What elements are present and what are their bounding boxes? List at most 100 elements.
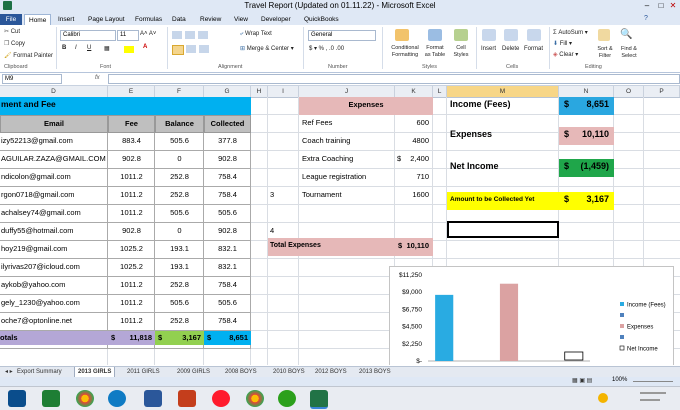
sheet-tab[interactable]: 2012 BOYS (312, 367, 350, 377)
find-icon[interactable]: 🔍 (620, 29, 632, 40)
chrome-icon[interactable] (76, 390, 94, 407)
font-name-select[interactable]: Calibri (60, 30, 116, 41)
align-bottom-icon[interactable] (198, 31, 208, 39)
fx-icon[interactable]: fx (95, 75, 100, 81)
powerpoint-icon[interactable] (178, 390, 196, 407)
worksheet-grid[interactable]: ment and Fee Email Fee Balance Collected… (0, 97, 680, 365)
conditional-formatting-button[interactable]: Conditional Formatting (385, 45, 425, 59)
sheet-tab[interactable]: 2011 GIRLS (124, 367, 163, 377)
balance-cell[interactable]: 252.8 (155, 313, 204, 331)
fee-cell[interactable]: 902.8 (108, 223, 155, 241)
edge-icon[interactable] (108, 390, 126, 407)
help-icon[interactable]: ? (644, 15, 648, 22)
view-icons[interactable]: ▦ ▣ ▤ (572, 377, 592, 384)
email-cell[interactable]: achalsey74@gmail.com (0, 205, 108, 223)
borders-icon[interactable]: ▦ (104, 45, 110, 52)
collected-cell[interactable]: 902.8 (204, 151, 251, 169)
email-cell[interactable]: ilyrivas207@icloud.com (0, 259, 108, 277)
start-icon[interactable] (8, 390, 26, 407)
collected-cell[interactable]: 505.6 (204, 205, 251, 223)
balance-cell[interactable]: 0 (155, 151, 204, 169)
grow-font-icon[interactable]: A˄ A˅ (140, 31, 156, 37)
cell-styles-button[interactable]: Cell Styles (450, 45, 472, 59)
collected-cell[interactable]: 758.4 (204, 313, 251, 331)
sheet-tab[interactable]: Export Summary (14, 367, 65, 377)
column-header-n[interactable]: N (559, 86, 614, 97)
income-expense-chart[interactable]: $- $2,250 $4,500 $6,750 $9,000 $11,250 Income … (389, 266, 674, 365)
tab-data[interactable]: Data (168, 14, 190, 25)
email-cell[interactable]: duffy55@hotmail.com (0, 223, 108, 241)
date-icon[interactable] (640, 399, 660, 401)
expense-label[interactable]: Extra Coaching (299, 151, 395, 169)
insert-cells-icon[interactable] (482, 29, 496, 41)
sheet-tab[interactable]: 2013 BOYS (356, 367, 394, 377)
fee-cell[interactable]: 1011.2 (108, 205, 155, 223)
column-header-h[interactable]: H (251, 86, 268, 97)
column-header-j[interactable]: J (299, 86, 395, 97)
number-format-icons[interactable]: $ ▾ % , .0 .00 (309, 45, 344, 52)
tab-page-layout[interactable]: Page Layout (84, 14, 129, 25)
zoom-level[interactable]: 100% (612, 377, 627, 383)
format-as-table-button[interactable]: Format as Table (424, 45, 446, 59)
wrap-text-button[interactable]: ⤶ Wrap Text (240, 31, 272, 38)
weather-icon[interactable] (598, 393, 608, 403)
expense-value[interactable]: 1600 (395, 187, 433, 205)
collected-cell[interactable]: 758.4 (204, 277, 251, 295)
tab-home[interactable]: Home (24, 14, 52, 25)
font-color-icon[interactable]: A (143, 44, 147, 50)
spreadsheet-app-icon[interactable] (42, 390, 60, 407)
column-header-m[interactable]: M (447, 86, 559, 97)
selected-cell[interactable] (447, 221, 559, 238)
tab-file[interactable]: File (0, 14, 22, 25)
sort-filter-icon[interactable] (598, 29, 610, 41)
balance-cell[interactable]: 252.8 (155, 187, 204, 205)
column-header-p[interactable]: P (644, 86, 680, 97)
formula-input[interactable] (108, 74, 680, 84)
conditional-formatting-icon[interactable] (395, 29, 409, 41)
column-header-o[interactable]: O (614, 86, 644, 97)
collected-cell[interactable]: 902.8 (204, 223, 251, 241)
tab-quickbooks[interactable]: QuickBooks (300, 14, 343, 25)
sort-filter-button[interactable]: Sort & Filter (593, 46, 617, 60)
fee-cell[interactable]: 1011.2 (108, 187, 155, 205)
email-cell[interactable]: rgon0718@gmail.com (0, 187, 108, 205)
expense-value[interactable]: 710 (395, 169, 433, 187)
column-header-d[interactable]: D (0, 86, 108, 97)
collected-cell[interactable]: 758.4 (204, 169, 251, 187)
column-header-i[interactable]: I (268, 86, 299, 97)
fee-cell[interactable]: 1025.2 (108, 259, 155, 277)
balance-cell[interactable]: 505.6 (155, 133, 204, 151)
column-header-l[interactable]: L (433, 86, 447, 97)
bold-button[interactable]: B (62, 45, 66, 51)
tab-developer[interactable]: Developer (257, 14, 295, 25)
fee-cell[interactable]: 883.4 (108, 133, 155, 151)
tab-review[interactable]: Review (196, 14, 225, 25)
fee-cell[interactable]: 1011.2 (108, 313, 155, 331)
sheet-tab[interactable]: 2010 BOYS (270, 367, 308, 377)
column-header-k[interactable]: K (395, 86, 433, 97)
copy-button[interactable]: ❐ Copy (4, 40, 25, 47)
fill-color-icon[interactable] (124, 46, 134, 53)
format-painter-button[interactable]: 🖌 Format Painter (4, 52, 53, 59)
name-box[interactable]: M9 (2, 74, 62, 84)
opera-icon[interactable] (212, 390, 230, 407)
tab-view[interactable]: View (230, 14, 252, 25)
expense-label[interactable]: Coach training (299, 133, 395, 151)
fee-cell[interactable]: 902.8 (108, 151, 155, 169)
clock-icon[interactable] (640, 392, 666, 394)
email-cell[interactable]: oche7@optonline.net (0, 313, 108, 331)
balance-cell[interactable]: 252.8 (155, 169, 204, 187)
fee-cell[interactable]: 1011.2 (108, 169, 155, 187)
font-size-select[interactable]: 11 (117, 30, 139, 41)
merge-center-button[interactable]: ⊞ Merge & Center ▾ (240, 45, 294, 52)
email-cell[interactable]: hoy219@gmail.com (0, 241, 108, 259)
email-cell[interactable]: izy52213@gmail.com (0, 133, 108, 151)
clear-button[interactable]: ◈ Clear ▾ (553, 51, 578, 58)
expense-label[interactable]: Tournament (299, 187, 395, 205)
cell-styles-icon[interactable] (454, 29, 468, 41)
balance-cell[interactable]: 0 (155, 223, 204, 241)
format-button[interactable]: Format (524, 46, 543, 52)
balance-cell[interactable]: 193.1 (155, 259, 204, 277)
align-middle-icon[interactable] (185, 31, 195, 39)
delete-button[interactable]: Delete (502, 46, 519, 52)
